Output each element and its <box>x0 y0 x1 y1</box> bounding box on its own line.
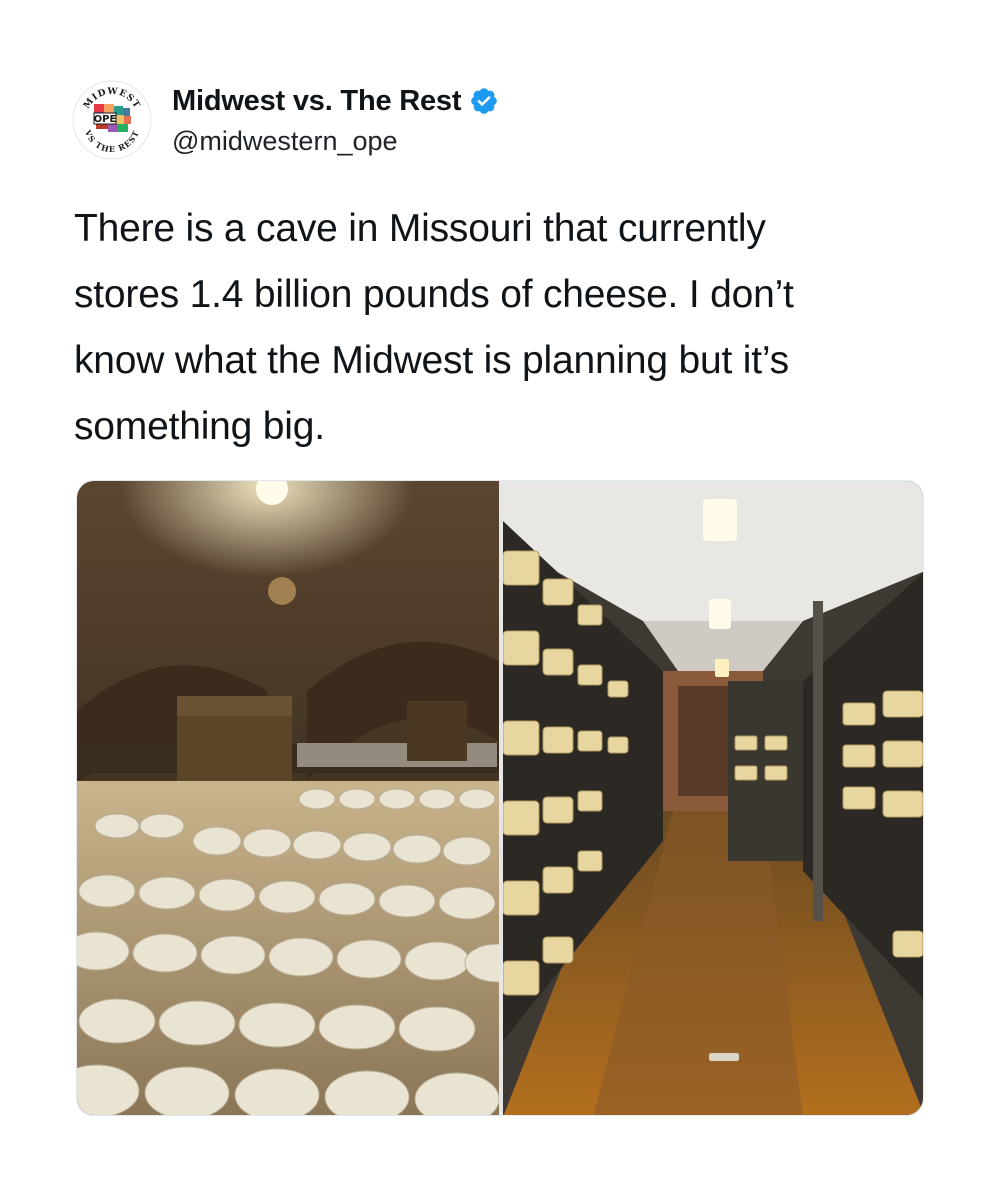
tweet-text-line: know what the Midwest is planning but it… <box>74 339 789 382</box>
author-handle[interactable]: @midwestern_ope <box>172 126 398 157</box>
tweet-text-line: There is a cave in Missouri that current… <box>74 207 766 250</box>
tweet-card: MIDWEST VS THE REST OPE Midwest vs. The … <box>0 0 996 1188</box>
cheese-cave-photo <box>77 481 499 1115</box>
verified-badge-icon <box>471 88 498 114</box>
author-name-row[interactable]: Midwest vs. The Rest <box>172 82 499 120</box>
avatar-logo-icon: MIDWEST VS THE REST OPE <box>72 80 152 160</box>
avatar[interactable]: MIDWEST VS THE REST OPE <box>72 80 152 160</box>
tweet-text-line: something big. <box>74 405 325 448</box>
cheese-shelves-photo <box>503 481 923 1115</box>
media-grid <box>76 480 924 1116</box>
media-photo-left[interactable] <box>77 481 499 1115</box>
media-photo-right[interactable] <box>503 481 923 1115</box>
tweet-text: There is a cave in Missouri that current… <box>74 196 934 460</box>
display-name[interactable]: Midwest vs. The Rest <box>172 85 462 118</box>
svg-text:OPE: OPE <box>94 114 117 125</box>
tweet-text-line: stores 1.4 billion pounds of cheese. I d… <box>74 273 794 316</box>
